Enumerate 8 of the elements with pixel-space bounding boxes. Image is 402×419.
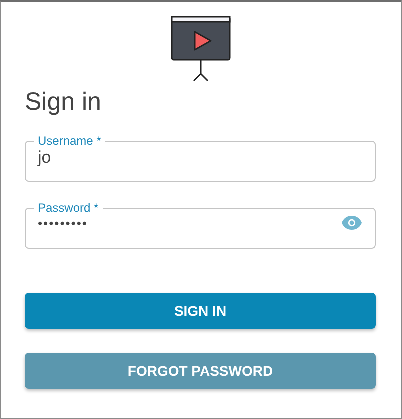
field-value: jo [38,148,52,168]
projector-screen-icon [170,16,232,82]
eye-icon[interactable] [341,215,363,231]
sign-in-button[interactable]: SIGN IN [25,293,376,329]
username-field[interactable]: Username * jo [25,134,376,182]
page-title: Sign in [25,88,102,117]
field-value: ••••••••• [38,216,89,230]
password-field[interactable]: Password * ••••••••• [25,201,376,249]
